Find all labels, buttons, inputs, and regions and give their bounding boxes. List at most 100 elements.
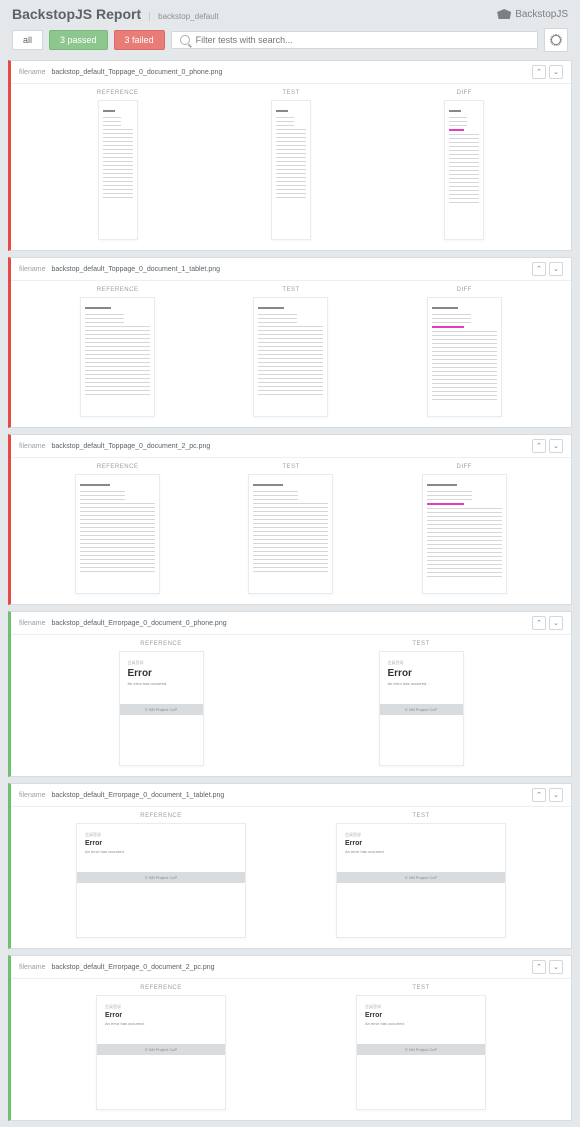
- next-button[interactable]: ⌄: [549, 788, 563, 802]
- error-title: Error: [105, 1012, 217, 1019]
- filter-bar: all 3 passed 3 failed: [0, 28, 580, 60]
- error-breadcrumb: 会員登録: [128, 660, 195, 666]
- test-card: filenamebackstop_default_Toppage_0_docum…: [8, 60, 572, 251]
- error-breadcrumb: 会員登録: [365, 1004, 477, 1010]
- prev-button[interactable]: ⌃: [532, 65, 546, 79]
- next-button[interactable]: ⌄: [549, 960, 563, 974]
- card-nav: ⌃⌄: [532, 65, 563, 79]
- filter-all-button[interactable]: all: [12, 30, 43, 50]
- compare-column-diff: DIFF: [378, 90, 551, 240]
- error-footer: © NN Project CoP: [337, 872, 505, 883]
- card-header: filename backstop_default_Errorpage_0_doc…: [11, 784, 571, 807]
- filename-wrap: filenamebackstop_default_Toppage_0_docum…: [19, 266, 220, 273]
- next-button[interactable]: ⌄: [549, 262, 563, 276]
- error-title: Error: [388, 668, 455, 679]
- filename-label: filename: [19, 266, 45, 273]
- card-nav: ⌃⌄: [532, 262, 563, 276]
- card-nav: ⌃⌄: [532, 788, 563, 802]
- compare-row: REFERENCETESTDIFF: [11, 84, 571, 250]
- prev-button[interactable]: ⌃: [532, 960, 546, 974]
- column-header: TEST: [204, 287, 377, 293]
- topbar: BackstopJS Report backstop_default Backs…: [0, 0, 580, 28]
- screenshot-thumbnail[interactable]: 会員登録ErrorAn error has occurred.© NN Proj…: [96, 995, 226, 1110]
- screenshot-thumbnail[interactable]: [422, 474, 507, 594]
- error-footer: © NN Project CoP: [357, 1044, 485, 1055]
- error-title: Error: [128, 668, 195, 679]
- screenshot-thumbnail[interactable]: [444, 100, 484, 240]
- column-header: REFERENCE: [31, 985, 291, 991]
- compare-column-reference: REFERENCE: [31, 464, 204, 594]
- card-nav: ⌃⌄: [532, 439, 563, 453]
- next-button[interactable]: ⌄: [549, 616, 563, 630]
- error-footer: © NN Project CoP: [120, 704, 203, 715]
- compare-row: REFERENCE 会員登録 Error An error has occurred.…: [11, 635, 571, 776]
- screenshot-thumbnail[interactable]: 会員登録ErrorAn error has occurred.© NN Proj…: [356, 995, 486, 1110]
- gear-icon: [551, 35, 561, 45]
- filename-wrap: filename backstop_default_Errorpage_0_doc…: [19, 792, 224, 799]
- backstop-logo-icon: [497, 9, 511, 19]
- card-header: filenamebackstop_default_Errorpage_0_doc…: [11, 612, 571, 635]
- column-header: TEST: [291, 641, 551, 647]
- column-header: TEST: [204, 90, 377, 96]
- brand-label: BackstopJS: [515, 9, 568, 20]
- filename-value: backstop_default_Toppage_0_document_2_pc…: [51, 443, 210, 450]
- screenshot-thumbnail[interactable]: 会員登録ErrorAn error has occurred.© NN Proj…: [119, 651, 204, 766]
- next-button[interactable]: ⌄: [549, 65, 563, 79]
- search-wrap: [171, 31, 538, 49]
- compare-column-test: TEST: [204, 464, 377, 594]
- column-header: REFERENCE: [31, 813, 291, 819]
- test-card: filenamebackstop_default_Toppage_0_docum…: [8, 257, 572, 428]
- topbar-left: BackstopJS Report backstop_default: [12, 6, 219, 22]
- error-title: Error: [365, 1012, 477, 1019]
- compare-column-test: TEST: [204, 287, 377, 417]
- compare-row: REFERENCE 会員登録 Error An error has occurred.…: [11, 807, 571, 948]
- prev-button[interactable]: ⌃: [532, 262, 546, 276]
- compare-column-test: TEST会員登録ErrorAn error has occurred.© NN …: [291, 641, 551, 766]
- settings-button[interactable]: [544, 28, 568, 52]
- column-header: REFERENCE: [31, 641, 291, 647]
- filename-wrap: filenamebackstop_default_Errorpage_0_doc…: [19, 620, 227, 627]
- error-msg: An error has occurred.: [388, 681, 455, 686]
- filename-wrap: filename backstop_default_Toppage_0_docum…: [19, 443, 210, 450]
- card-header: filenamebackstop_default_Toppage_0_docum…: [11, 61, 571, 84]
- filename-label: filename: [19, 443, 45, 450]
- filter-passed-button[interactable]: 3 passed: [49, 30, 108, 50]
- screenshot-thumbnail[interactable]: [271, 100, 311, 240]
- test-card: filename backstop_default_Errorpage_0_doc…: [8, 783, 572, 949]
- screenshot-thumbnail[interactable]: 会員登録 Error An error has occurred. © NN Proj…: [336, 823, 506, 938]
- filename-label: filename: [19, 964, 45, 971]
- error-breadcrumb: 会員登録: [85, 832, 237, 838]
- column-header: DIFF: [378, 287, 551, 293]
- screenshot-thumbnail[interactable]: 会員登録ErrorAn error has occurred.© NN Proj…: [379, 651, 464, 766]
- filename-label: filename: [19, 792, 45, 799]
- next-button[interactable]: ⌄: [549, 439, 563, 453]
- filename-value: backstop_default_Toppage_0_document_0_ph…: [51, 69, 222, 76]
- prev-button[interactable]: ⌃: [532, 439, 546, 453]
- test-card: filenamebackstop_default_Errorpage_0_doc…: [8, 611, 572, 777]
- compare-column-test: TEST会員登録ErrorAn error has occurred.© NN …: [291, 985, 551, 1110]
- error-footer: © NN Project CoP: [380, 704, 463, 715]
- screenshot-thumbnail[interactable]: [253, 297, 328, 417]
- compare-column-reference: REFERENCE 会員登録ErrorAn error has occurred.…: [31, 813, 291, 938]
- compare-column-test: TEST会員登録ErrorAn error has occurred.© NN …: [291, 813, 551, 938]
- screenshot-thumbnail[interactable]: [80, 297, 155, 417]
- screenshot-thumbnail[interactable]: 会員登録ErrorAn error has occurred.© NN Proj…: [76, 823, 246, 938]
- screenshot-thumbnail[interactable]: [248, 474, 333, 594]
- error-breadcrumb: 会員登録: [345, 832, 497, 838]
- screenshot-thumbnail[interactable]: [427, 297, 502, 417]
- compare-column-reference: REFERENCE: [31, 90, 204, 240]
- report-title: BackstopJS Report: [12, 6, 141, 22]
- compare-column-reference: REFERENCE: [31, 287, 204, 417]
- prev-button[interactable]: ⌃: [532, 788, 546, 802]
- filename-value: backstop_default_Errorpage_0_document_1_…: [51, 792, 224, 799]
- test-card: filename backstop_default_Toppage_0_docum…: [8, 434, 572, 605]
- error-msg: An error has occurred.: [345, 849, 497, 854]
- error-title: Error: [345, 840, 497, 847]
- search-input[interactable]: [196, 35, 529, 45]
- prev-button[interactable]: ⌃: [532, 616, 546, 630]
- column-header: REFERENCE: [31, 464, 204, 470]
- screenshot-thumbnail[interactable]: [75, 474, 160, 594]
- screenshot-thumbnail[interactable]: [98, 100, 138, 240]
- filter-failed-button[interactable]: 3 failed: [114, 30, 165, 50]
- column-header: DIFF: [378, 464, 551, 470]
